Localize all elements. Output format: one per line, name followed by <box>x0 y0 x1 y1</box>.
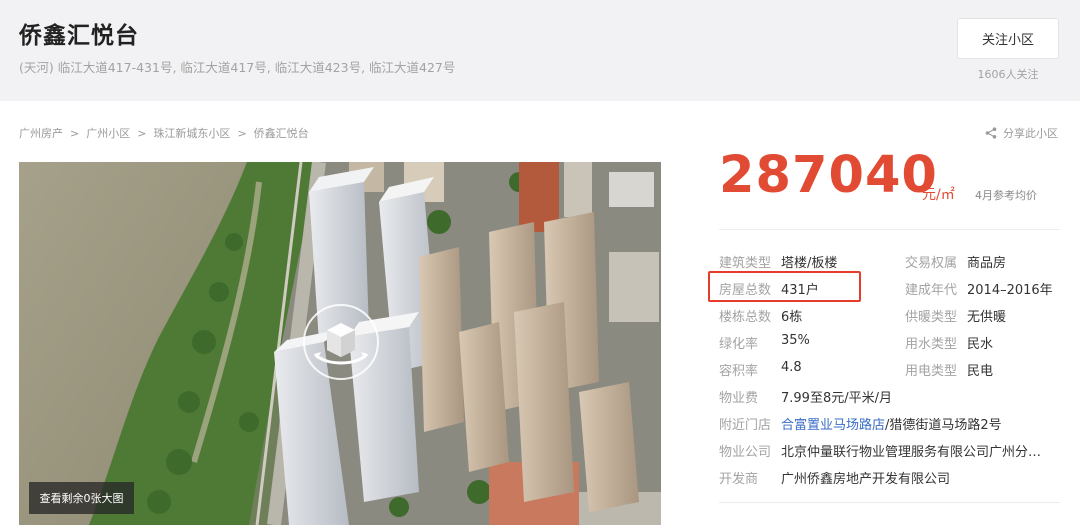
breadcrumb-item-guangzhou-realestate[interactable]: 广州房产 <box>19 125 63 141</box>
breadcrumb-separator: > <box>237 126 247 140</box>
page-title: 侨鑫汇悦台 <box>19 23 139 49</box>
price-note: 4月参考均价 <box>975 189 1037 202</box>
info-label-building-count: 楼栋总数 <box>719 310 772 325</box>
info-value-building-count: 6栋 <box>781 310 803 325</box>
info-label-property-fee: 物业费 <box>719 391 759 406</box>
breadcrumb-separator: > <box>137 126 147 140</box>
price-unit: 元/㎡ <box>922 187 955 203</box>
highlight-annotation-box <box>708 271 861 302</box>
average-price: 287040 <box>719 146 938 205</box>
info-label-ownership: 交易权属 <box>905 256 958 271</box>
breadcrumb: 广州房产 > 广州小区 > 珠江新城东小区 > 侨鑫汇悦台 <box>19 125 309 141</box>
community-header: 侨鑫汇悦台 (天河) 临江大道417-431号, 临江大道417号, 临江大道4… <box>0 0 1080 101</box>
info-value-building-type: 塔楼/板楼 <box>781 256 838 271</box>
info-label-nearby-store: 附近门店 <box>719 418 772 433</box>
follow-count: 1606人关注 <box>977 68 1039 81</box>
info-label-heating: 供暖类型 <box>905 310 958 325</box>
info-label-water: 用水类型 <box>905 337 958 352</box>
info-value-greening-rate: 35% <box>781 333 810 348</box>
price-divider <box>719 229 1060 230</box>
view-more-photos-button[interactable]: 查看剩余0张大图 <box>29 482 134 514</box>
info-label-building-type: 建筑类型 <box>719 256 772 271</box>
info-value-property-fee: 7.99至8元/平米/月 <box>781 391 892 406</box>
info-label-property-company: 物业公司 <box>719 445 772 460</box>
info-value-plot-ratio: 4.8 <box>781 360 802 375</box>
info-label-build-year: 建成年代 <box>905 283 958 298</box>
info-value-electricity: 民电 <box>967 364 994 379</box>
breadcrumb-separator: > <box>70 126 80 140</box>
info-value-build-year: 2014–2016年 <box>967 283 1053 298</box>
share-icon <box>985 127 997 139</box>
info-label-greening-rate: 绿化率 <box>719 337 759 352</box>
nearby-store-address: /猎德街道马场路2号 <box>885 418 1002 433</box>
community-address: (天河) 临江大道417-431号, 临江大道417号, 临江大道423号, 临… <box>19 60 456 75</box>
info-value-nearby-store: 合富置业马场路店/猎德街道马场路2号 <box>781 414 1002 433</box>
community-photo[interactable]: 查看剩余0张大图 <box>19 162 661 525</box>
breadcrumb-item-guangzhou-community[interactable]: 广州小区 <box>86 125 130 141</box>
info-value-ownership: 商品房 <box>967 256 1007 271</box>
info-label-plot-ratio: 容积率 <box>719 364 759 379</box>
share-label: 分享此小区 <box>1003 127 1058 140</box>
follow-community-button[interactable]: 关注小区 <box>957 18 1059 59</box>
info-value-property-company: 北京仲量联行物业管理服务有限公司广州分… <box>781 445 1042 460</box>
nearby-store-link[interactable]: 合富置业马场路店 <box>781 418 885 433</box>
breadcrumb-item-current: 侨鑫汇悦台 <box>253 127 309 140</box>
info-label-electricity: 用电类型 <box>905 364 958 379</box>
info-value-heating: 无供暖 <box>967 310 1007 325</box>
share-community-link[interactable]: 分享此小区 <box>985 125 1058 141</box>
info-divider <box>719 502 1060 503</box>
breadcrumb-item-zhujiang-east[interactable]: 珠江新城东小区 <box>153 125 230 141</box>
info-value-water: 民水 <box>967 337 994 352</box>
vr-panorama-icon[interactable] <box>301 302 381 382</box>
info-label-developer: 开发商 <box>719 472 759 487</box>
info-value-developer: 广州侨鑫房地产开发有限公司 <box>781 472 951 487</box>
